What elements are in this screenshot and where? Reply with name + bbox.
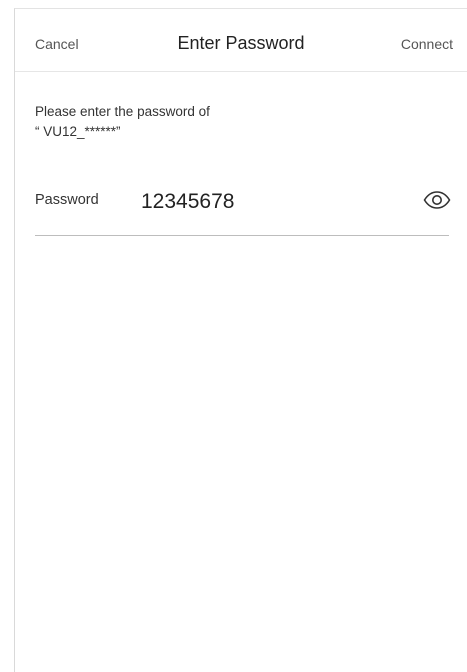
page-title: Enter Password: [177, 33, 305, 53]
prompt-text: Please enter the password of: [35, 104, 210, 119]
navigation-bar: Cancel Enter Password Connect: [15, 9, 467, 72]
password-field-row: Password: [35, 187, 451, 236]
password-input[interactable]: [141, 187, 391, 217]
eye-icon[interactable]: [423, 191, 451, 209]
connect-button[interactable]: Connect: [401, 36, 453, 52]
password-dialog: Cancel Enter Password Connect Please ent…: [14, 8, 467, 672]
password-label: Password: [35, 192, 99, 208]
password-prompt: Please enter the password of “ VU12_****…: [35, 102, 435, 142]
network-name: “ VU12_******”: [35, 124, 121, 139]
